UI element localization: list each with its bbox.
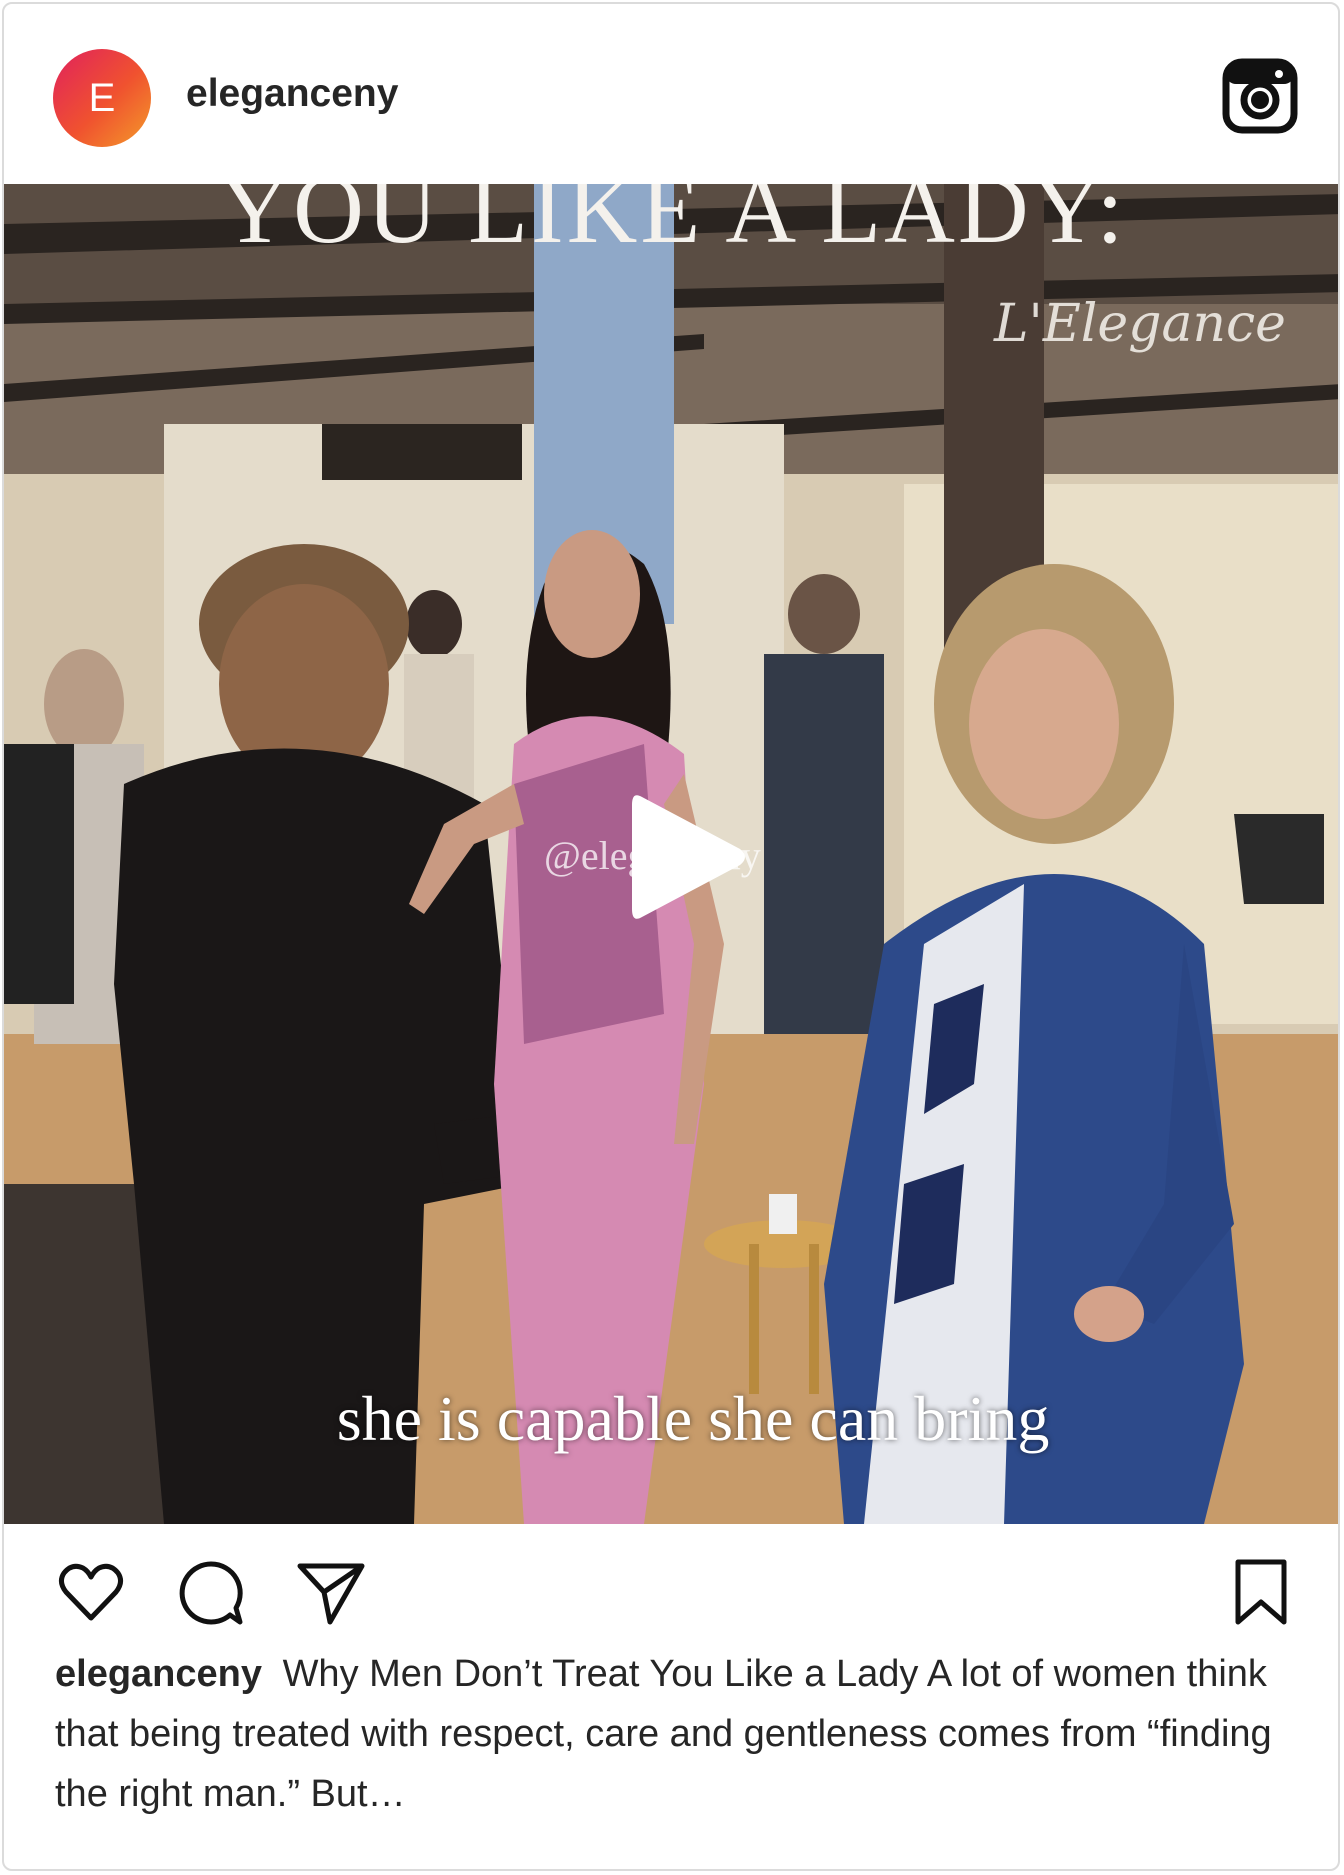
play-icon[interactable] [624,787,750,927]
video-subtitle: she is capable she can bring [336,1383,1050,1454]
bookmark-icon[interactable] [1226,1558,1296,1628]
comment-icon[interactable] [176,1558,246,1628]
video-overlay-title: YOU LIKE A LADY: [219,184,1127,264]
heart-icon[interactable] [56,1558,126,1628]
send-icon[interactable] [296,1558,366,1628]
avatar-letter: E [88,75,116,120]
avatar[interactable]: E [53,49,151,147]
post-header: E eleganceny [4,4,1338,184]
brand-logo: L'Elegance [994,294,1286,354]
post-actions [4,1524,1338,1634]
post-card: E eleganceny YOU LIKE A LADY: L'Elegance… [2,2,1340,1871]
post-caption: eleganceny Why Men Don’t Treat You Like … [55,1644,1295,1824]
instagram-icon[interactable] [1222,58,1298,134]
post-media-video[interactable]: YOU LIKE A LADY: L'Elegance @eleganceny … [4,184,1338,1524]
post-username[interactable]: eleganceny [186,72,398,116]
caption-username[interactable]: eleganceny [55,1653,262,1695]
